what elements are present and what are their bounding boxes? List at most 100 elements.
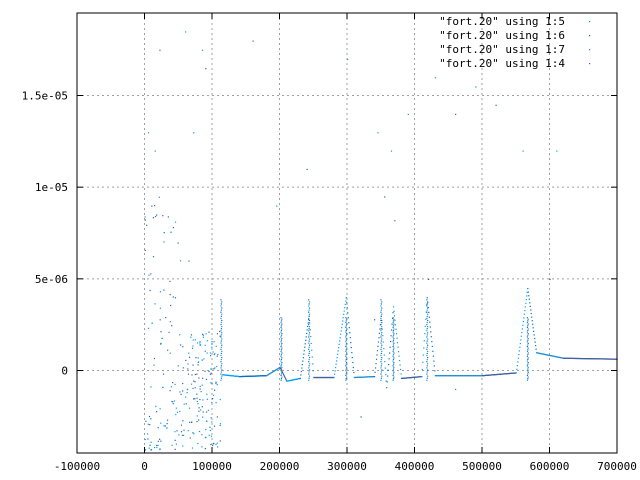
data-point: [308, 326, 311, 328]
data-point: [220, 354, 222, 357]
data-point: [386, 387, 388, 389]
data-point: [220, 365, 222, 367]
data-point: [346, 362, 348, 364]
data-point: [220, 377, 222, 379]
data-point: [527, 291, 529, 293]
data-point: [393, 357, 395, 359]
data-point: [147, 327, 150, 329]
data-point: [174, 439, 176, 441]
data-point: [346, 333, 348, 335]
data-point: [147, 132, 150, 134]
data-point: [345, 370, 347, 372]
data-point: [400, 373, 402, 375]
data-point: [147, 423, 149, 425]
data-point: [182, 367, 184, 369]
data-point: [374, 367, 377, 369]
data-point: [349, 337, 351, 339]
data-point: [172, 227, 174, 229]
data-point: [148, 447, 150, 449]
legend-label: "fort.20" using 1:6: [439, 29, 565, 42]
data-point: [308, 307, 311, 309]
data-point: [426, 340, 428, 342]
data-point: [380, 379, 382, 381]
data-point: [519, 343, 521, 345]
data-point: [426, 361, 428, 363]
data-point: [377, 345, 379, 347]
data-point: [280, 320, 283, 322]
data-point: [252, 40, 254, 42]
data-point: [531, 320, 533, 322]
data-point: [345, 354, 347, 356]
data-point: [185, 396, 187, 398]
data-point: [395, 333, 398, 335]
data-point: [380, 352, 382, 355]
data-point: [345, 358, 347, 361]
data-point: [425, 318, 427, 320]
data-point: [154, 303, 156, 305]
data-point: [426, 373, 428, 375]
data-point: [308, 371, 310, 373]
data-point: [170, 304, 172, 307]
data-point: [426, 311, 428, 313]
data-point: [335, 363, 337, 365]
data-point: [381, 369, 383, 371]
data-point: [216, 365, 218, 368]
data-point: [531, 316, 533, 318]
data-point: [334, 373, 336, 375]
data-point: [188, 407, 191, 409]
data-point: [163, 425, 165, 427]
data-point: [526, 295, 528, 297]
data-point: [335, 366, 337, 369]
data-point: [215, 402, 217, 404]
data-point: [380, 354, 382, 357]
data-point: [341, 323, 343, 325]
data-point: [221, 356, 223, 359]
data-point: [193, 380, 195, 382]
data-point: [175, 443, 177, 445]
data-point: [151, 322, 153, 324]
data-point: [527, 371, 529, 373]
legend-label: "fort.20" using 1:4: [439, 57, 565, 70]
data-point: [526, 360, 529, 362]
data-point: [345, 329, 347, 332]
data-point: [397, 346, 399, 348]
data-point: [280, 360, 282, 362]
data-point: [346, 371, 348, 373]
data-point: [308, 375, 311, 377]
data-point: [527, 328, 529, 330]
data-point: [171, 325, 173, 327]
data-point: [380, 346, 382, 348]
data-point: [526, 317, 529, 319]
data-point: [394, 220, 396, 222]
data-point: [399, 368, 402, 371]
data-point: [386, 381, 388, 383]
data-point: [194, 373, 196, 376]
data-point: [216, 442, 218, 444]
data-point: [527, 339, 529, 341]
data-point: [185, 403, 187, 405]
data-point: [433, 360, 435, 362]
data-point: [280, 345, 282, 348]
data-point: [527, 363, 529, 365]
data-point: [534, 341, 536, 343]
data-point: [205, 428, 207, 431]
data-point: [144, 219, 146, 221]
data-point: [345, 374, 347, 377]
data-point: [311, 349, 313, 351]
data-point: [380, 373, 382, 375]
data-point: [382, 335, 384, 337]
data-point: [392, 344, 395, 346]
data-point: [159, 307, 161, 309]
data-point: [381, 313, 383, 315]
data-point: [345, 349, 347, 351]
data-point: [308, 317, 310, 319]
data-point: [526, 365, 529, 367]
data-point: [380, 371, 382, 373]
data-point: [204, 344, 206, 346]
data-point: [210, 435, 213, 437]
data-point: [429, 321, 431, 323]
data-point: [211, 343, 213, 345]
data-point: [281, 362, 283, 364]
data-point: [210, 382, 212, 384]
data-point: [352, 361, 354, 364]
